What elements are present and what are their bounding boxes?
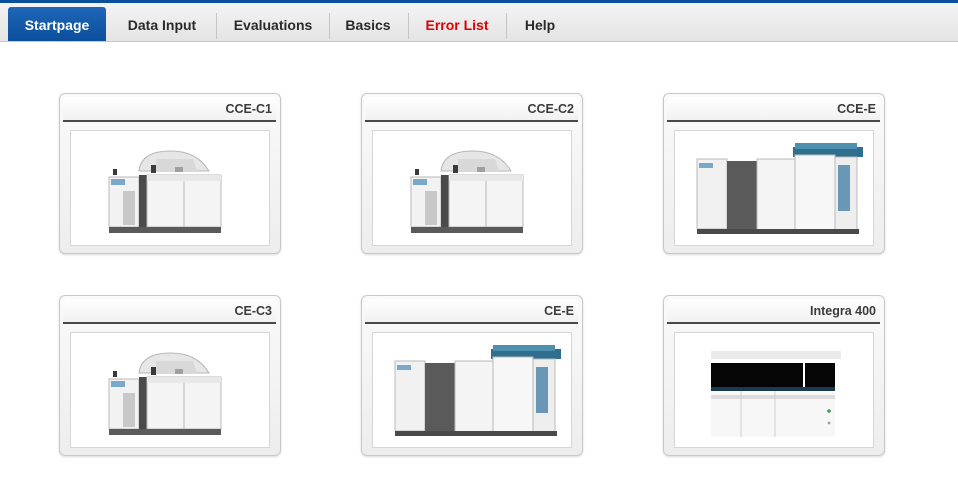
device-card-cce-e[interactable]: CCE-E bbox=[663, 93, 885, 254]
card-header: CE-C3 bbox=[63, 299, 276, 324]
card-header: CE-E bbox=[365, 299, 578, 324]
analyzer-large-icon bbox=[372, 332, 572, 448]
tab-separator bbox=[216, 13, 217, 39]
device-card-cce-c2[interactable]: CCE-C2 bbox=[361, 93, 583, 254]
card-title: CCE-E bbox=[837, 102, 876, 116]
analyzer-compact-icon bbox=[372, 130, 572, 246]
card-title: Integra 400 bbox=[809, 304, 876, 318]
device-card-integra-400[interactable]: Integra 400 bbox=[663, 295, 885, 456]
analyzer-compact-icon bbox=[70, 332, 270, 448]
tab-help[interactable]: Help bbox=[508, 7, 572, 41]
tab-startpage[interactable]: Startpage bbox=[8, 7, 106, 41]
tab-error-list[interactable]: Error List bbox=[410, 7, 504, 41]
card-header: CCE-E bbox=[667, 97, 880, 122]
analyzer-compact-icon bbox=[70, 130, 270, 246]
tab-evaluations[interactable]: Evaluations bbox=[218, 7, 328, 41]
card-title: CCE-C1 bbox=[225, 102, 272, 116]
card-title: CE-E bbox=[544, 304, 574, 318]
card-title: CCE-C2 bbox=[527, 102, 574, 116]
tab-separator bbox=[506, 13, 507, 39]
main-tab-bar: Startpage Data Input Evaluations Basics … bbox=[0, 3, 958, 42]
device-card-ce-e[interactable]: CE-E bbox=[361, 295, 583, 456]
analyzer-large-icon bbox=[674, 130, 874, 246]
tab-basics[interactable]: Basics bbox=[331, 7, 405, 41]
tab-separator bbox=[329, 13, 330, 39]
card-header: CCE-C1 bbox=[63, 97, 276, 122]
card-title: CE-C3 bbox=[234, 304, 272, 318]
card-header: Integra 400 bbox=[667, 299, 880, 324]
card-header: CCE-C2 bbox=[365, 97, 578, 122]
device-card-cce-c1[interactable]: CCE-C1 bbox=[59, 93, 281, 254]
tab-separator bbox=[408, 13, 409, 39]
tab-data-input[interactable]: Data Input bbox=[110, 7, 214, 41]
device-card-ce-c3[interactable]: CE-C3 bbox=[59, 295, 281, 456]
analyzer-integra-icon bbox=[674, 332, 874, 448]
